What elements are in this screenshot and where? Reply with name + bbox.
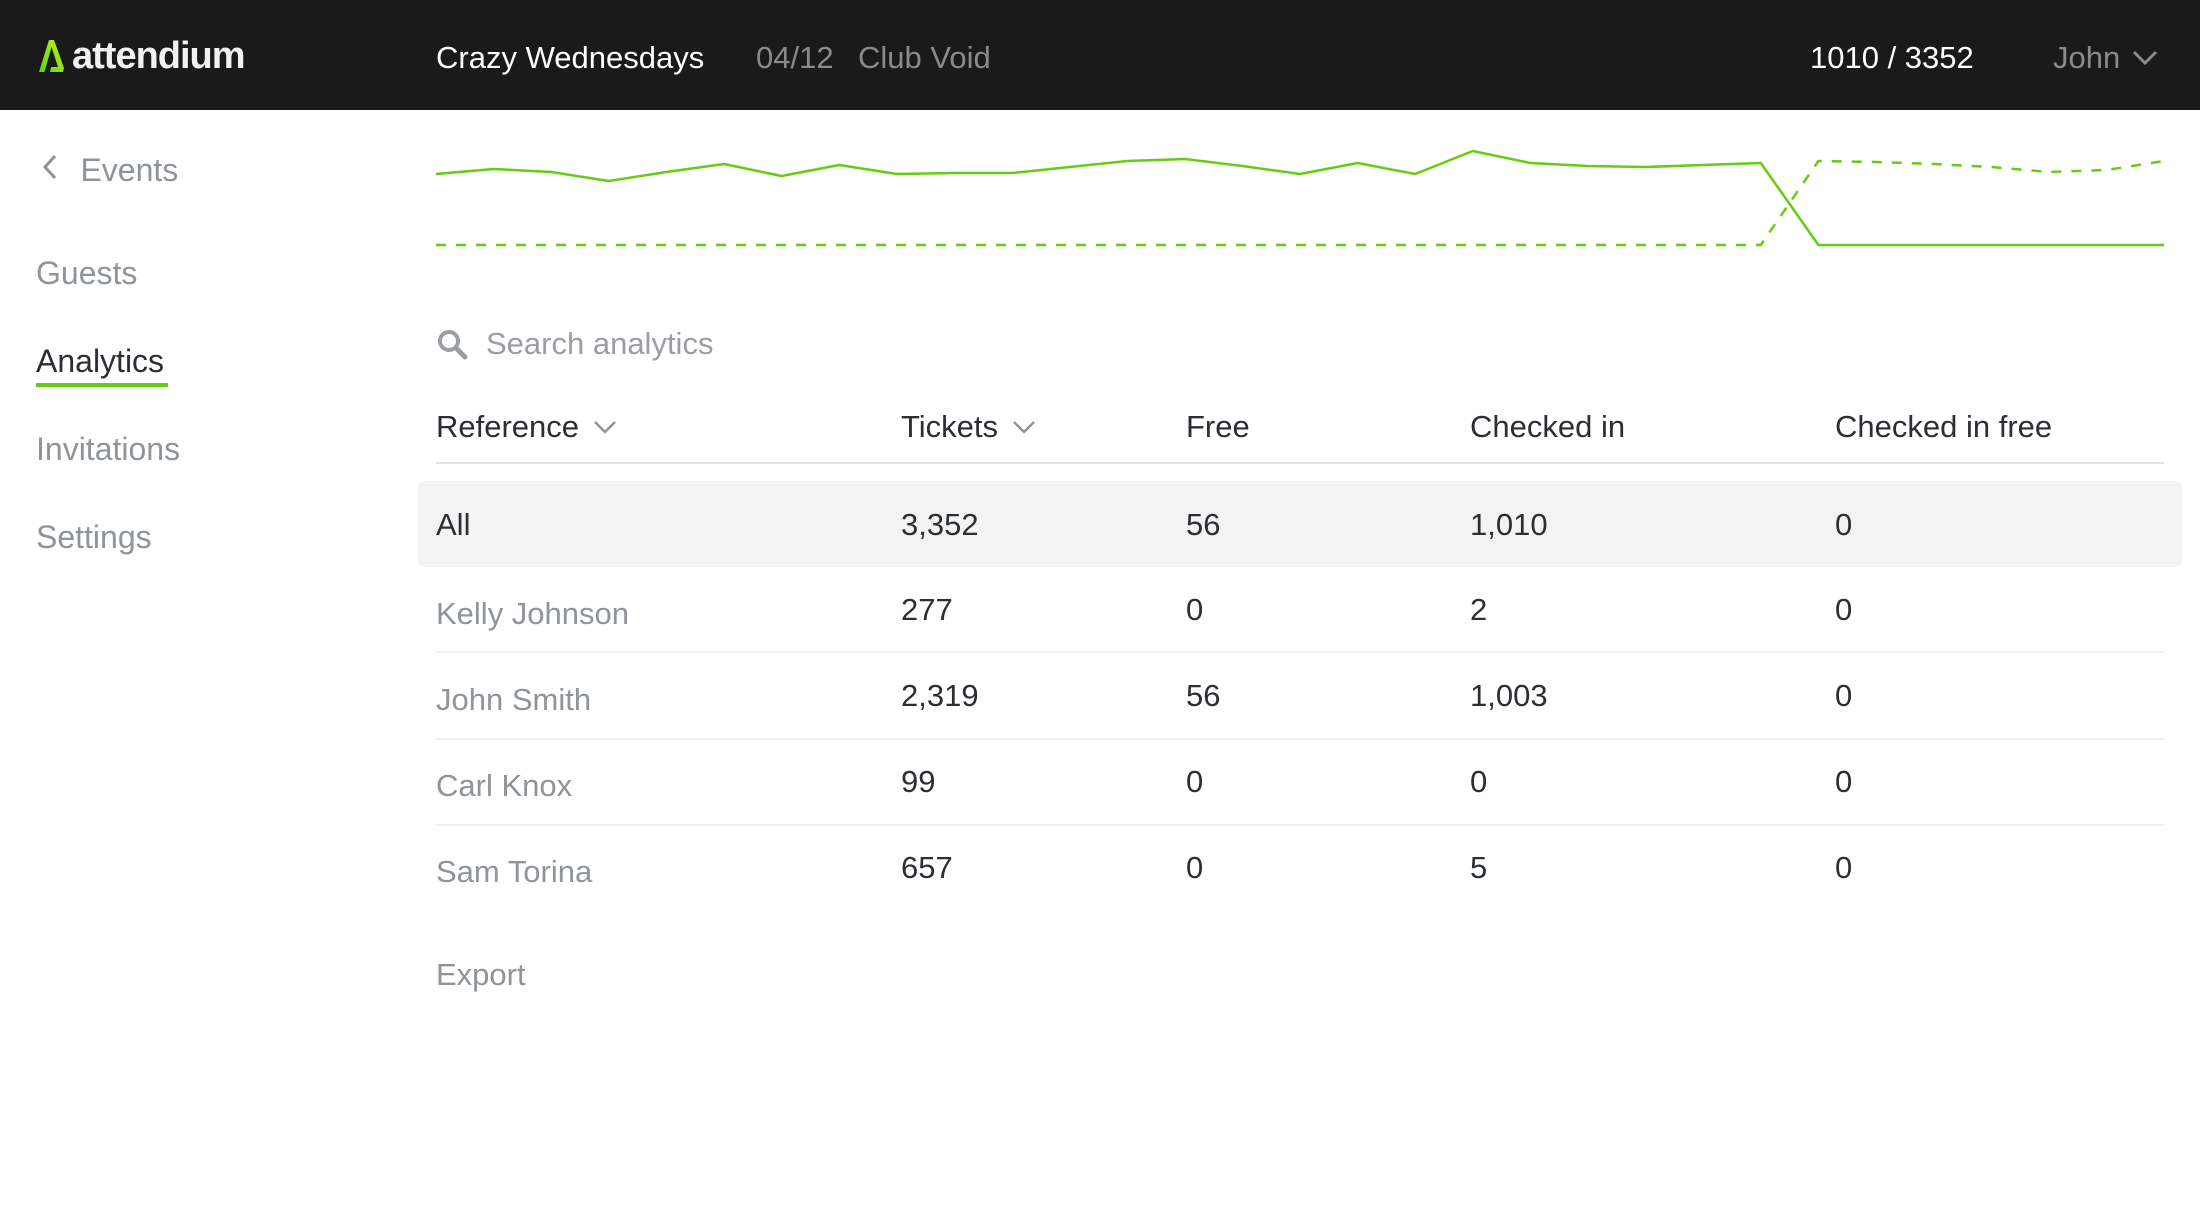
column-header-label: Reference — [436, 409, 580, 444]
row-checked-in-free: 0 — [1835, 764, 1853, 799]
column-header-label: Checked in — [1470, 409, 1626, 444]
column-header-checked-in: Checked in — [1470, 408, 1625, 446]
row-reference: All — [436, 507, 471, 542]
row-free: 56 — [1186, 507, 1221, 542]
column-header-label: Checked in free — [1835, 409, 2053, 444]
row-checked-in-free: 0 — [1835, 507, 1853, 542]
row-free: 0 — [1186, 764, 1204, 799]
row-tickets: 277 — [901, 592, 953, 627]
brand-logo[interactable]: attendium — [36, 35, 246, 77]
column-header-reference[interactable]: Reference — [436, 408, 617, 446]
sparkline-series-solid — [435, 149, 2164, 247]
attendium-logo-icon — [39, 40, 64, 72]
column-header-label: Tickets — [901, 409, 999, 444]
column-header-free: Free — [1186, 408, 1250, 446]
chevron-down-icon — [594, 421, 616, 434]
row-checked-in: 1,003 — [1470, 678, 1548, 713]
row-reference[interactable]: Kelly Johnson — [436, 596, 629, 632]
event-date: 04/12 — [756, 40, 834, 75]
chevron-down-icon — [2133, 50, 2158, 66]
row-divider — [436, 824, 2164, 826]
event-venue: Club Void — [858, 40, 991, 75]
back-to-events-link[interactable]: Events — [40, 152, 178, 188]
row-free: 0 — [1186, 592, 1204, 627]
back-label: Events — [80, 152, 179, 188]
sidebar-item-analytics[interactable]: Analytics — [36, 343, 164, 379]
row-reference[interactable]: Sam Torina — [436, 854, 592, 890]
checkin-sparkline-chart — [435, 149, 2165, 247]
active-tab-indicator — [36, 383, 168, 387]
event-title: Crazy Wednesdays — [436, 40, 705, 75]
sidebar-item-invitations[interactable]: Invitations — [36, 431, 180, 467]
row-checked-in-free: 0 — [1835, 592, 1853, 627]
search-input[interactable] — [486, 326, 1186, 362]
row-tickets: 657 — [901, 850, 953, 885]
user-menu[interactable]: John — [2053, 40, 2158, 76]
row-tickets: 2,319 — [901, 678, 979, 713]
search-bar — [436, 322, 1236, 366]
search-icon — [438, 330, 468, 360]
column-header-checked-in-free: Checked in free — [1835, 408, 2052, 446]
column-header-tickets[interactable]: Tickets — [901, 408, 1036, 446]
checkin-count: 1010 / 3352 — [1810, 40, 1974, 75]
row-checked-in: 2 — [1470, 592, 1488, 627]
export-button[interactable]: Export — [436, 957, 526, 993]
row-tickets: 3,352 — [901, 507, 979, 542]
row-checked-in-free: 0 — [1835, 678, 1853, 713]
brand-name: attendium — [72, 35, 246, 77]
table-row-all[interactable] — [418, 481, 2182, 567]
table-header-divider — [436, 462, 2164, 464]
row-checked-in: 1,010 — [1470, 507, 1548, 542]
sidebar-item-guests[interactable]: Guests — [36, 255, 137, 291]
row-checked-in: 0 — [1470, 764, 1488, 799]
row-tickets: 99 — [901, 764, 936, 799]
row-reference[interactable]: Carl Knox — [436, 768, 572, 804]
sidebar-item-settings[interactable]: Settings — [36, 519, 152, 555]
chevron-left-icon — [42, 154, 57, 180]
user-name: John — [2053, 40, 2121, 75]
column-header-label: Free — [1186, 409, 1250, 444]
row-reference[interactable]: John Smith — [436, 682, 591, 718]
chevron-down-icon — [1013, 421, 1035, 434]
row-divider — [436, 738, 2164, 740]
row-free: 0 — [1186, 850, 1204, 885]
row-checked-in: 5 — [1470, 850, 1488, 885]
row-free: 56 — [1186, 678, 1221, 713]
top-bar: attendium Crazy Wednesdays 04/12 Club Vo… — [0, 0, 2200, 110]
row-divider — [436, 651, 2164, 653]
row-checked-in-free: 0 — [1835, 850, 1853, 885]
